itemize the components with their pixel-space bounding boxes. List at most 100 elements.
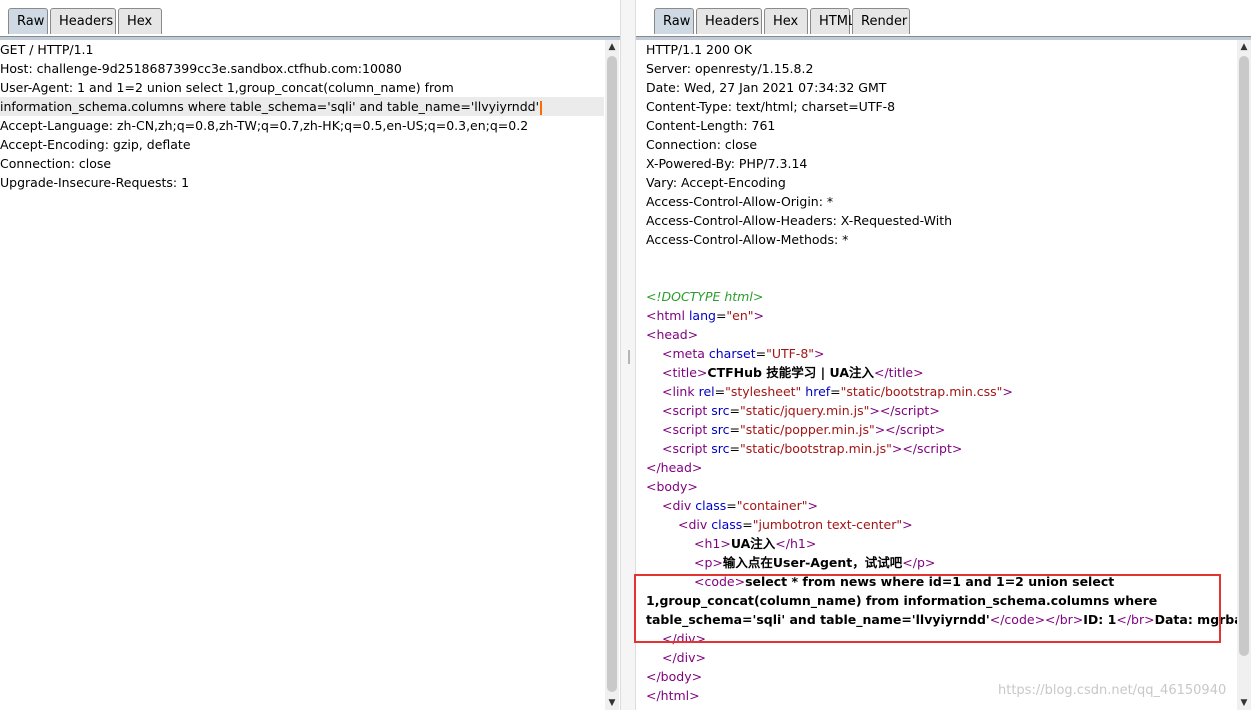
script-line: <script src="static/jquery.min.js"></scr… [662,403,940,418]
head-close-line: </head> [646,460,703,475]
response-header-line: Vary: Accept-Encoding [646,173,786,192]
request-line-current: information_schema.columns where table_s… [0,97,604,116]
script-src-value: static/bootstrap.min.js [745,441,887,456]
code-line-1: <code>select * from news where id=1 and … [694,574,1115,589]
request-tab-raw[interactable]: Raw [8,8,48,34]
html-close-line: </html> [646,688,700,703]
response-header-text: Content-Length: 761 [646,118,776,133]
response-header-text: Access-Control-Allow-Origin: * [646,194,834,209]
response-header-line: Content-Length: 761 [646,116,775,135]
response-header-line: Server: openresty/1.15.8.2 [646,59,813,78]
response-tab-raw[interactable]: Raw [654,8,694,34]
request-pane: Raw Headers Hex GET / HTTP/1.1 Host: cha… [0,0,620,710]
code-text-3: table_schema='sqli' and table_name='llvy… [646,612,990,627]
text-caret [540,100,543,115]
div-close-line: </div> [662,650,706,665]
response-header-text: Date: Wed, 27 Jan 2021 07:34:32 GMT [646,80,887,95]
request-line-text: Accept-Encoding: gzip, deflate [0,137,191,152]
div-close-line: </div> [662,631,706,646]
request-line-text: Upgrade-Insecure-Requests: 1 [0,175,190,190]
response-header-line: X-Powered-By: PHP/7.3.14 [646,154,807,173]
response-header-line: Connection: close [646,135,757,154]
request-line-text: Accept-Language: zh-CN,zh;q=0.8,zh-TW;q=… [0,118,529,133]
body-close-line: </body> [646,669,703,684]
request-line-text: Connection: close [0,156,112,171]
response-tabs: Raw Headers Hex HTML Render [654,8,1244,36]
response-header-line: Access-Control-Allow-Origin: * [646,192,833,211]
response-header-text: Server: openresty/1.15.8.2 [646,61,814,76]
request-line: Host: challenge-9d2518687399cc3e.sandbox… [0,59,402,78]
response-header-text: Access-Control-Allow-Headers: X-Requeste… [646,213,953,228]
request-tab-headers[interactable]: Headers [50,8,116,34]
response-tab-html[interactable]: HTML [810,8,855,34]
div-container-line: <div class="container"> [662,498,818,513]
meta-charset-value: UTF-8 [771,346,809,361]
request-scrollbar[interactable]: ▲ ▼ [605,40,619,710]
scroll-up-icon[interactable]: ▲ [1237,40,1251,54]
head-open-line: <head> [646,327,699,342]
response-header-text: Connection: close [646,137,758,152]
request-editor[interactable]: GET / HTTP/1.1 Host: challenge-9d2518687… [0,40,604,710]
scroll-up-icon[interactable]: ▲ [605,40,619,54]
request-line: Connection: close [0,154,111,173]
request-tabs: Raw Headers Hex [8,8,608,36]
response-editor[interactable]: HTTP/1.1 200 OK Server: openresty/1.15.8… [646,40,1251,710]
code-line-3: table_schema='sqli' and table_name='llvy… [646,610,1251,629]
html-doctype-line: <!DOCTYPE html> [646,287,763,306]
response-scrollbar[interactable]: ▲ ▼ [1237,40,1251,710]
html-open-line: <html lang="en"> [646,308,765,323]
watermark: https://blog.csdn.net/qq_46150940 [998,683,1227,698]
response-header-line: Access-Control-Allow-Methods: * [646,230,848,249]
title-line: <title>CTFHub 技能学习 | UA注入</title> [662,365,924,380]
response-header-text: X-Powered-By: PHP/7.3.14 [646,156,808,171]
body-open-line: <body> [646,479,698,494]
script-line: <script src="static/popper.min.js"></scr… [662,422,946,437]
html-doctype: <!DOCTYPE html> [646,289,764,304]
response-header-line: HTTP/1.1 200 OK [646,40,752,59]
link-rel-value: stylesheet [730,384,796,399]
response-tab-hex[interactable]: Hex [764,8,808,34]
html-lang-value: en [732,308,748,323]
response-tab-render[interactable]: Render [852,8,910,34]
pane-splitter[interactable] [620,0,636,710]
div-container-class: container [742,498,802,513]
request-line: Upgrade-Insecure-Requests: 1 [0,173,189,192]
response-header-text: Access-Control-Allow-Methods: * [646,232,849,247]
h1-line: <h1>UA注入</h1> [694,536,817,551]
response-header-line: Access-Control-Allow-Headers: X-Requeste… [646,211,952,230]
request-scroll-thumb[interactable] [607,56,617,692]
request-line-text: information_schema.columns where table_s… [0,99,540,114]
request-line-text: GET / HTTP/1.1 [0,42,94,57]
request-line-text: User-Agent: 1 and 1=2 union select 1,gro… [0,80,454,95]
code-line-2: 1,group_concat(column_name) from informa… [646,591,1157,610]
request-line: Accept-Language: zh-CN,zh;q=0.8,zh-TW;q=… [0,116,528,135]
request-tab-hex[interactable]: Hex [118,8,162,34]
response-tab-headers[interactable]: Headers [696,8,762,34]
div-jumbotron-line: <div class="jumbotron text-center"> [678,517,913,532]
response-header-line: Content-Type: text/html; charset=UTF-8 [646,97,895,116]
h1-text: UA注入 [730,536,776,551]
code-text-2: 1,group_concat(column_name) from informa… [646,593,1158,608]
response-pane: Raw Headers Hex HTML Render HTTP/1.1 200… [636,0,1251,710]
script-src-value: static/jquery.min.js [745,403,864,418]
scroll-down-icon[interactable]: ▼ [1237,696,1251,710]
meta-line: <meta charset="UTF-8"> [662,346,825,361]
response-header-text: Vary: Accept-Encoding [646,175,786,190]
div-jumbotron-class: jumbotron text-center [758,517,897,532]
title-text: CTFHub 技能学习 | UA注入 [707,365,874,380]
request-line-text: Host: challenge-9d2518687399cc3e.sandbox… [0,61,402,76]
response-header-text: HTTP/1.1 200 OK [646,42,752,57]
link-href-value: static/bootstrap.min.css [846,384,997,399]
request-line: GET / HTTP/1.1 [0,40,93,59]
response-header-line: Date: Wed, 27 Jan 2021 07:34:32 GMT [646,78,886,97]
script-src-value: static/popper.min.js [745,422,869,437]
scroll-down-icon[interactable]: ▼ [605,696,619,710]
p-line: <p>输入点在User-Agent，试试吧</p> [694,555,936,570]
script-line: <script src="static/bootstrap.min.js"></… [662,441,963,456]
code-text-1: select * from news where id=1 and 1=2 un… [745,574,1115,589]
p-text: 输入点在User-Agent，试试吧 [722,555,903,570]
response-scroll-thumb[interactable] [1239,56,1249,656]
response-header-text: Content-Type: text/html; charset=UTF-8 [646,99,896,114]
splitter-grip-icon[interactable] [628,350,630,364]
link-line: <link rel="stylesheet" href="static/boot… [662,384,1013,399]
